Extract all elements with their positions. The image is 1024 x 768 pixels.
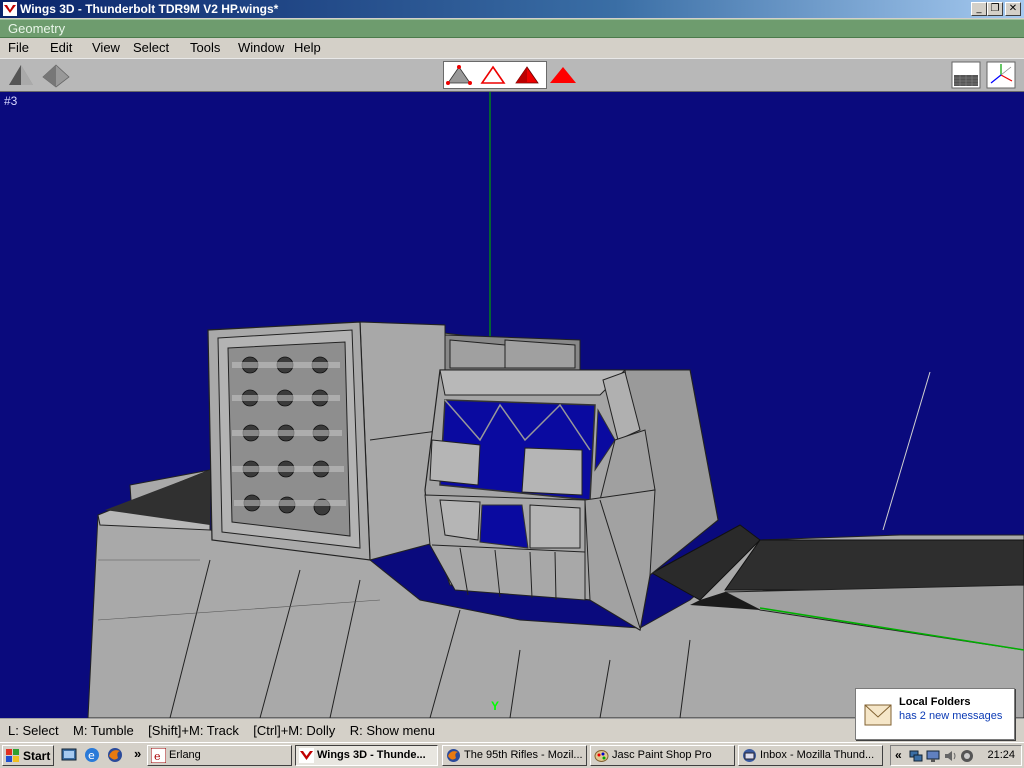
face-mode-icon[interactable] <box>512 61 542 89</box>
task-label: The 95th Rifles - Mozil... <box>464 749 583 761</box>
task-thunderbird[interactable]: Inbox - Mozilla Thund... <box>738 745 883 766</box>
start-button[interactable]: Start <box>2 745 54 766</box>
envelope-icon <box>864 704 892 726</box>
task-paintshop[interactable]: Jasc Paint Shop Pro <box>590 745 735 766</box>
quicklaunch-overflow[interactable]: » <box>134 746 141 761</box>
menu-file[interactable]: File <box>8 40 29 55</box>
menu-help[interactable]: Help <box>294 40 321 55</box>
tray-expand-button[interactable]: « <box>895 748 902 762</box>
minimize-button[interactable]: _ <box>971 2 987 16</box>
y-axis-label: Y <box>491 699 500 713</box>
show-desktop-icon[interactable] <box>60 746 78 764</box>
system-tray: « 21:24 <box>890 745 1022 766</box>
ground-grid-icon[interactable] <box>951 61 981 89</box>
svg-text:e: e <box>154 750 161 763</box>
model-render <box>87 92 1024 718</box>
wings3d-app-icon <box>3 2 17 16</box>
geometry-label: Geometry <box>8 21 66 36</box>
geometry-window-bar[interactable]: Geometry <box>0 19 1024 38</box>
3d-viewport[interactable]: #3 Y <box>0 92 1024 718</box>
paintshop-icon <box>594 750 609 762</box>
task-wings3d[interactable]: Wings 3D - Thunde... <box>295 745 438 766</box>
close-button[interactable]: ✕ <box>1005 2 1021 16</box>
task-label: Wings 3D - Thunde... <box>317 749 426 761</box>
task-label: Jasc Paint Shop Pro <box>612 749 712 761</box>
firefox-icon <box>447 749 460 762</box>
viewport-label: #3 <box>4 94 18 108</box>
flat-shading-icon[interactable] <box>41 61 71 89</box>
window-title: Wings 3D - Thunderbolt TDR9M V2 HP.wings… <box>20 2 279 16</box>
wings3d-icon <box>299 748 314 763</box>
tray-app-icon[interactable] <box>960 749 974 763</box>
edge-mode-icon[interactable] <box>478 61 508 89</box>
firefox-quicklaunch-icon[interactable] <box>106 746 124 764</box>
menu-bar: File Edit View Select Tools Window Help <box>0 38 1024 58</box>
notification-message[interactable]: has 2 new messages <box>899 710 1002 722</box>
display-icon[interactable] <box>926 749 940 763</box>
erlang-icon: e <box>151 748 166 763</box>
clock[interactable]: 21:24 <box>987 749 1015 761</box>
menu-view[interactable]: View <box>92 40 120 55</box>
taskbar: Start e » e Erlang Wings 3D - Thunde... … <box>0 742 1024 768</box>
task-firefox[interactable]: The 95th Rifles - Mozil... <box>442 745 587 766</box>
axes-icon[interactable] <box>986 61 1016 89</box>
menu-tools[interactable]: Tools <box>190 40 220 55</box>
internet-explorer-icon[interactable]: e <box>83 746 101 764</box>
toolbar <box>0 58 1024 92</box>
menu-select[interactable]: Select <box>133 40 169 55</box>
volume-icon[interactable] <box>943 749 957 763</box>
mail-notification[interactable]: Local Folders has 2 new messages <box>855 688 1015 740</box>
task-erlang[interactable]: e Erlang <box>147 745 292 766</box>
window-title-bar[interactable]: Wings 3D - Thunderbolt TDR9M V2 HP.wings… <box>0 0 1024 18</box>
restore-button[interactable]: ❐ <box>987 2 1003 16</box>
body-mode-icon[interactable] <box>548 61 578 89</box>
notification-title: Local Folders <box>899 696 971 708</box>
network-icon[interactable] <box>909 749 923 763</box>
windows-logo-icon <box>6 749 19 762</box>
menu-edit[interactable]: Edit <box>50 40 72 55</box>
start-label: Start <box>23 749 51 763</box>
smooth-shading-icon[interactable] <box>6 61 36 89</box>
vertex-mode-icon[interactable] <box>444 61 474 89</box>
thunderbird-icon <box>743 749 756 762</box>
task-label: Inbox - Mozilla Thund... <box>760 749 875 761</box>
status-text: L: Select M: Tumble [Shift]+M: Track [Ct… <box>8 723 435 738</box>
svg-text:e: e <box>88 749 95 762</box>
task-label: Erlang <box>169 749 201 761</box>
menu-window[interactable]: Window <box>238 40 284 55</box>
